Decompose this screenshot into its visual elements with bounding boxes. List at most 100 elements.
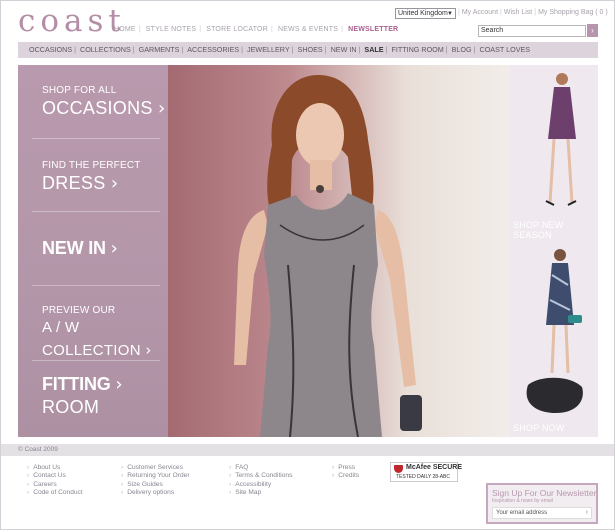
model-printed-dress [546,249,582,374]
separator: | [324,45,327,54]
chevron-right-icon[interactable]: › [586,508,588,518]
shield-icon [394,465,403,473]
newsletter-email-input[interactable]: Your email address › [492,507,592,519]
model-illustration [234,75,422,437]
top-nav: HOME | STYLE NOTES | STORE LOCATOR | NEWS &… [111,26,401,33]
chevron-right-icon: › [110,238,118,259]
menu-aw-small: PREVIEW OUR [42,305,116,316]
footer-delivery-options[interactable]: Delivery options [121,489,190,497]
cat-collections[interactable]: COLLECTIONS [78,42,133,58]
top-nav-store-locator[interactable]: STORE LOCATOR [203,26,271,33]
cat-garments[interactable]: GARMENTS [137,42,182,58]
separator: | [291,45,294,54]
search-button[interactable]: › [587,24,598,37]
mcafee-title: McAfee SECURE [406,464,463,471]
category-nav: OCCASIONS | COLLECTIONS | GARMENTS | ACCESS… [18,42,598,58]
hero-banner: SHOP FOR ALL OCCASIONS › FIND THE PERFEC… [18,65,598,437]
cat-fitting-room[interactable]: FITTING ROOM [389,42,445,58]
cat-new-in[interactable]: NEW IN [329,42,359,58]
cat-shoes[interactable]: SHOES [296,42,325,58]
menu-fitting-room[interactable]: FITTING › ROOM [18,373,168,418]
model-purple-dress [545,73,577,206]
footer-accessibility[interactable]: Accessibility [229,481,292,489]
cat-occasions[interactable]: OCCASIONS [27,42,74,58]
footer-contact-us[interactable]: Contact Us [27,472,83,480]
top-nav-style-notes[interactable]: STYLE NOTES [143,26,199,33]
separator: | [199,26,202,33]
menu-occasions-big: OCCASIONS [42,98,153,118]
footer-site-map[interactable]: Site Map [229,489,292,497]
promo-shop-new-season[interactable]: SHOP NEW SEASON [510,65,598,240]
country-select[interactable]: United Kingdom ▼ [395,8,456,19]
footer-terms[interactable]: Terms & Conditions [229,472,292,480]
hero-model-photo[interactable] [168,65,510,437]
menu-fitting-big: ROOM [42,397,100,417]
cat-accessories[interactable]: ACCESSORIES [185,42,241,58]
footer-careers[interactable]: Careers [27,481,83,489]
menu-occasions[interactable]: SHOP FOR ALL OCCASIONS › [18,85,168,120]
footer-faq[interactable]: FAQ [229,464,292,472]
separator: | [132,45,135,54]
footer-col-3: FAQ Terms & Conditions Accessibility Sit… [229,464,292,498]
side-promos: SHOP NEW SEASON SHOP NOW [510,65,598,437]
top-nav-newsletter[interactable]: NEWSLETTER [345,26,401,33]
promo-printed-dress[interactable] [510,215,598,375]
separator: | [181,45,184,54]
divider [32,211,160,212]
shopping-bag-link[interactable]: My Shopping Bag ( 0 ) [536,9,610,16]
separator: | [241,45,244,54]
chevron-right-icon: › [115,374,123,395]
footer-col-4: Press Credits [332,464,359,481]
menu-new-in-big: NEW IN [42,238,106,258]
divider [32,285,160,286]
my-account-link[interactable]: My Account [460,9,500,16]
footer-press[interactable]: Press [332,464,359,472]
menu-aw-collection[interactable]: PREVIEW OUR A / W COLLECTION › [18,305,168,362]
cat-jewellery[interactable]: JEWELLERY [245,42,292,58]
separator: | [445,45,448,54]
mcafee-sub: TESTED DAILY 28-ABC [396,474,450,480]
chevron-down-icon: ▼ [447,11,453,17]
newsletter-title: Sign Up For Our Newsletter [492,488,597,498]
separator: | [385,45,388,54]
footer-credits[interactable]: Credits [332,472,359,480]
newsletter-signup: Sign Up For Our Newsletter Inspiration &… [486,483,598,524]
menu-dress[interactable]: FIND THE PERFECT DRESS › [18,160,168,195]
promo-shop-now[interactable]: SHOP NOW [510,375,598,437]
wish-list-link[interactable]: Wish List [502,9,534,16]
shop-now-label: SHOP NOW [513,423,565,433]
footer-size-guides[interactable]: Size Guides [121,481,190,489]
menu-occasions-small: SHOP FOR ALL [42,85,117,96]
menu-new-in[interactable]: NEW IN › [18,237,168,260]
separator: | [138,26,141,33]
search-input[interactable]: Search [478,25,586,37]
top-nav-news-events[interactable]: NEWS & EVENTS [275,26,341,33]
cat-coast-loves[interactable]: COAST LOVES [478,42,533,58]
footer-customer-services[interactable]: Customer Services [121,464,190,472]
page: coast HOME | STYLE NOTES | STORE LOCATOR | … [0,0,615,530]
footer-col-2: Customer Services Returning Your Order S… [121,464,190,498]
separator: | [473,45,476,54]
coast-logo[interactable]: coast [18,3,126,39]
search-placeholder: Search [481,27,504,34]
country-select-value: United Kingdom [398,10,448,17]
copyright-text: © Coast 2009 [18,446,58,453]
chevron-right-icon: › [158,98,166,119]
mcafee-secure-badge[interactable]: McAfee SECURE TESTED DAILY 28-ABC [390,462,462,482]
copyright-bar: © Coast 2009 [1,444,614,456]
footer-returning-order[interactable]: Returning Your Order [121,472,189,480]
separator: | [358,45,361,54]
divider [32,138,160,139]
footer-col-1: About Us Contact Us Careers Code of Cond… [27,464,83,498]
menu-fitting-small: FITTING [42,374,111,394]
cat-sale[interactable]: SALE [362,42,385,58]
hero-menu: SHOP FOR ALL OCCASIONS › FIND THE PERFEC… [18,65,168,437]
footer-about-us[interactable]: About Us [27,464,83,472]
cat-blog[interactable]: BLOG [450,42,474,58]
separator: | [270,26,273,33]
top-nav-home[interactable]: HOME [111,26,139,33]
newsletter-placeholder: Your email address [496,510,548,516]
footer-code-of-conduct[interactable]: Code of Conduct [27,489,83,497]
account-links: | My Account | Wish List | My Shopping Bag ( … [458,9,610,16]
chevron-right-icon: › [110,173,119,194]
